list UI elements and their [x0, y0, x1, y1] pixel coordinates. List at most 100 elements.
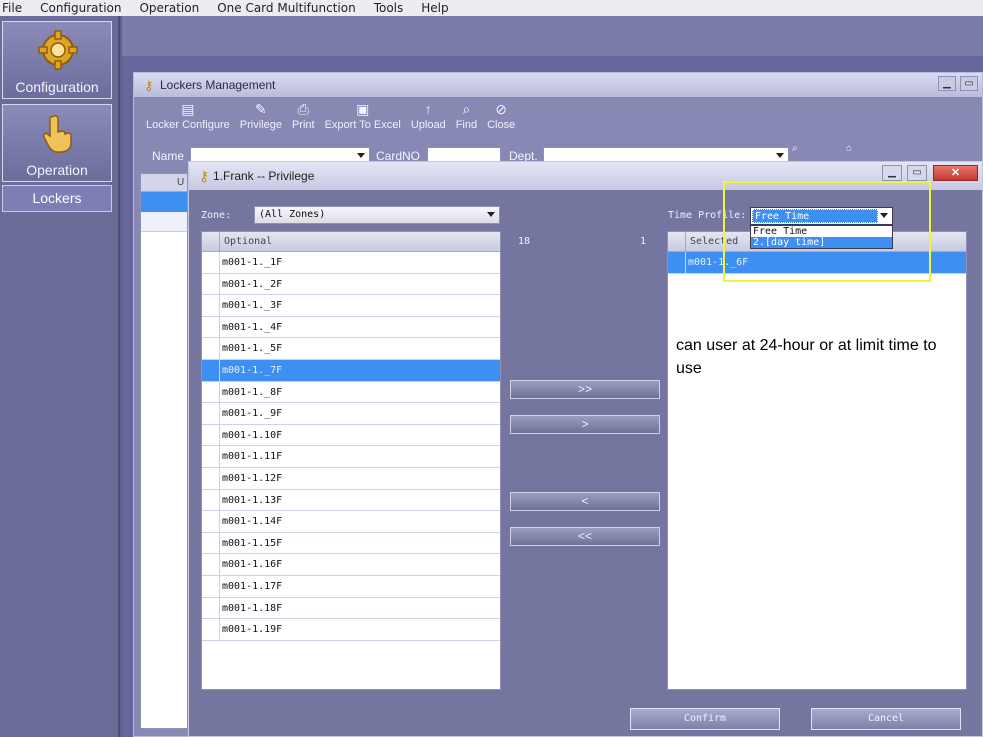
zone-select[interactable]: (All Zones): [254, 206, 500, 224]
printer-icon: ⎙: [297, 101, 309, 117]
upload-button[interactable]: ↑ Upload: [411, 101, 446, 139]
optional-list-item[interactable]: m001-1.19F: [202, 619, 500, 641]
grid-row-selected[interactable]: [141, 192, 187, 212]
optional-item-label: m001-1.19F: [222, 624, 283, 636]
dialog-maximize-button[interactable]: ▭: [907, 165, 927, 181]
top-band: [122, 16, 983, 56]
lockers-toolbar: ▤ Locker Configure ✎ Privilege ⎙ Print ▣…: [146, 101, 525, 139]
optional-list-item[interactable]: m001-1.10F: [202, 424, 500, 447]
confirm-button[interactable]: Confirm: [630, 708, 780, 730]
upload-arrow-icon: ↑: [424, 101, 432, 117]
lockers-grid: U: [140, 173, 188, 729]
close-circle-icon: ⊘: [495, 101, 508, 117]
dialog-close-button[interactable]: ✕: [933, 165, 978, 181]
find-button[interactable]: ⌕ Find: [456, 101, 477, 139]
optional-list-item[interactable]: m001-1.13F: [202, 489, 500, 512]
optional-list-item[interactable]: m001-1.12F: [202, 467, 500, 490]
menu-operation[interactable]: Operation: [139, 1, 199, 15]
key-icon: ⚷: [199, 168, 210, 184]
optional-list-item[interactable]: m001-1.14F: [202, 511, 500, 533]
locker-configure-label: Locker Configure: [146, 119, 230, 131]
optional-rows: m001-1._1F m001-1._2F m001-1._3F m001-1._4F…: [202, 252, 500, 641]
menu-bar: File Configuration Operation One Card Mu…: [0, 0, 983, 16]
optional-list-item[interactable]: m001-1._9F: [202, 403, 500, 425]
nav-configuration-label: Configuration: [15, 79, 99, 95]
close-label: Close: [487, 119, 516, 131]
optional-item-label: m001-1.12F: [222, 472, 283, 484]
lockers-window-title: Lockers Management: [160, 78, 276, 92]
optional-list-item[interactable]: m001-1.16F: [202, 554, 500, 576]
optional-list-item[interactable]: m001-1._1F: [202, 252, 500, 274]
clear-icon[interactable]: ⌂: [846, 143, 852, 154]
left-navigation: Configuration Operation Lockers: [0, 16, 120, 737]
lockers-window-titlebar: ⚷ Lockers Management ▁ ▭: [134, 73, 982, 97]
nav-operation-label: Operation: [26, 162, 88, 178]
menu-one-card-multifunction[interactable]: One Card Multifunction: [217, 1, 356, 15]
find-label: Find: [455, 119, 478, 131]
privilege-label: Privilege: [239, 119, 282, 131]
nav-operation-button[interactable]: Operation: [2, 104, 112, 182]
grid-header-u: U: [177, 177, 185, 188]
menu-help[interactable]: Help: [421, 1, 448, 15]
optional-item-label: m001-1._3F: [222, 300, 283, 312]
optional-item-label: m001-1.17F: [222, 580, 283, 592]
selected-list[interactable]: Selected m001-1._6F: [667, 231, 967, 690]
privilege-button[interactable]: ✎ Privilege: [240, 101, 282, 139]
minimize-button[interactable]: ▁: [938, 76, 956, 91]
move-all-left-button[interactable]: <<: [510, 527, 660, 546]
optional-list-item[interactable]: m001-1._3F: [202, 295, 500, 317]
print-button[interactable]: ⎙ Print: [292, 101, 315, 139]
export-to-excel-label: Export To Excel: [324, 119, 401, 131]
optional-list-item[interactable]: m001-1._4F: [202, 316, 500, 339]
export-to-excel-button[interactable]: ▣ Export To Excel: [325, 101, 401, 139]
name-label: Name: [152, 149, 185, 163]
optional-list-item[interactable]: m001-1._5F: [202, 338, 500, 360]
move-right-button[interactable]: >: [510, 415, 660, 434]
cancel-button[interactable]: Cancel: [811, 708, 961, 730]
nav-configuration-button[interactable]: Configuration: [2, 21, 112, 99]
chart-icon: ▤: [181, 101, 195, 117]
zone-label: Zone:: [201, 210, 232, 221]
optional-list-header: Optional: [202, 232, 500, 252]
menu-file[interactable]: File: [2, 1, 22, 15]
optional-item-label: m001-1.10F: [222, 429, 283, 441]
key-icon: ⚷: [144, 78, 154, 93]
optional-item-label: m001-1._7F: [222, 364, 283, 376]
menu-configuration[interactable]: Configuration: [40, 1, 121, 15]
move-left-button[interactable]: <: [510, 492, 660, 511]
optional-list-item[interactable]: m001-1._8F: [202, 381, 500, 404]
optional-header-label: Optional: [224, 236, 273, 247]
maximize-button[interactable]: ▭: [960, 76, 978, 91]
optional-list[interactable]: Optional m001-1._1F m001-1._2F m001-1._3F m…: [201, 231, 501, 690]
close-toolbar-button[interactable]: ⊘ Close: [487, 101, 515, 139]
grid-header: U: [141, 174, 187, 192]
hand-pointer-icon: [43, 114, 72, 153]
optional-item-label: m001-1._5F: [222, 343, 283, 355]
annotation-note: can user at 24-hour or at limit time to …: [676, 337, 937, 377]
highlight-box: [723, 181, 931, 282]
grid-row[interactable]: [141, 212, 187, 232]
optional-list-item[interactable]: m001-1.17F: [202, 575, 500, 598]
pen-icon: ✎: [255, 101, 267, 117]
zone-select-value: (All Zones): [259, 209, 326, 220]
query-icon[interactable]: ⌕: [792, 143, 798, 154]
print-label: Print: [291, 119, 315, 131]
optional-list-item[interactable]: m001-1._7F: [202, 359, 500, 382]
optional-list-item[interactable]: m001-1._2F: [202, 273, 500, 296]
nav-lockers-tab[interactable]: Lockers: [2, 185, 112, 212]
optional-item-label: m001-1._8F: [222, 386, 283, 398]
optional-list-item[interactable]: m001-1.15F: [202, 532, 500, 555]
upload-label: Upload: [410, 119, 446, 131]
optional-list-item[interactable]: m001-1.11F: [202, 446, 500, 468]
optional-item-label: m001-1.18F: [222, 602, 283, 614]
search-icon: ⌕: [462, 101, 471, 117]
optional-list-item[interactable]: m001-1.18F: [202, 597, 500, 620]
move-all-right-button[interactable]: >>: [510, 380, 660, 399]
optional-item-label: m001-1._9F: [222, 408, 283, 420]
dialog-minimize-button[interactable]: ▁: [882, 165, 902, 181]
locker-configure-button[interactable]: ▤ Locker Configure: [146, 101, 230, 139]
privilege-dialog-title: 1.Frank -- Privilege: [213, 169, 315, 183]
gear-icon: [38, 30, 78, 70]
optional-item-label: m001-1.14F: [222, 516, 283, 528]
menu-tools[interactable]: Tools: [374, 1, 404, 15]
